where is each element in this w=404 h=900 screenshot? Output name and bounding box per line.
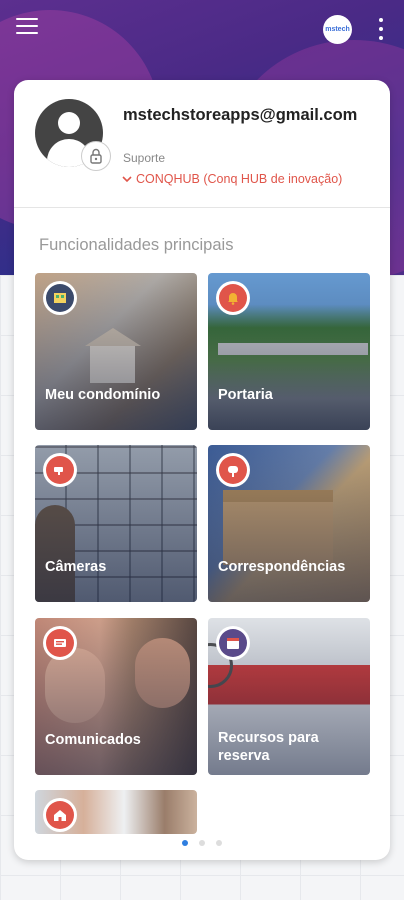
building-icon: [43, 281, 77, 315]
more-options-icon[interactable]: [374, 18, 388, 40]
section-title: Funcionalidades principais: [39, 236, 234, 254]
user-email: mstechstoreapps@gmail.com: [123, 106, 358, 124]
user-role: Suporte: [123, 151, 166, 165]
pagination-dot[interactable]: [199, 840, 205, 846]
tile-meu-condominio[interactable]: Meu condomínio: [35, 273, 197, 430]
top-app-bar: mstech: [0, 0, 404, 56]
camera-icon: [43, 453, 77, 487]
tile-partial[interactable]: [35, 790, 197, 834]
tile-label: Correspondências: [218, 559, 346, 575]
bell-icon: [216, 281, 250, 315]
tile-portaria[interactable]: Portaria: [208, 273, 370, 430]
lock-icon[interactable]: [81, 141, 111, 171]
tile-recursos-reserva[interactable]: Recursos para reserva: [208, 618, 370, 775]
brand-label: mstech: [325, 26, 350, 33]
tile-label: Câmeras: [45, 559, 107, 575]
pagination-dot[interactable]: [182, 840, 188, 846]
home-icon: [43, 798, 77, 832]
mailbox-icon: [216, 453, 250, 487]
organization-selector[interactable]: CONQHUB (Conq HUB de inovação): [122, 172, 342, 186]
hamburger-menu-icon[interactable]: [16, 18, 38, 36]
tile-cameras[interactable]: Câmeras: [35, 445, 197, 602]
pagination-dot[interactable]: [216, 840, 222, 846]
profile-section: mstechstoreapps@gmail.com Suporte CONQHU…: [14, 80, 390, 208]
calendar-icon: [216, 626, 250, 660]
organization-label: CONQHUB (Conq HUB de inovação): [136, 172, 343, 186]
tile-label: Comunicados: [45, 732, 141, 748]
message-icon: [43, 626, 77, 660]
tile-label: Recursos para reserva: [218, 730, 319, 764]
tile-label: Meu condomínio: [45, 387, 161, 403]
tile-correspondencias[interactable]: Correspondências: [208, 445, 370, 602]
tile-label: Portaria: [218, 387, 273, 403]
main-card: mstechstoreapps@gmail.com Suporte CONQHU…: [14, 80, 390, 860]
chevron-down-icon: [122, 172, 132, 186]
pagination-dots: [14, 840, 390, 846]
tile-comunicados[interactable]: Comunicados: [35, 618, 197, 775]
brand-logo[interactable]: mstech: [323, 15, 352, 44]
